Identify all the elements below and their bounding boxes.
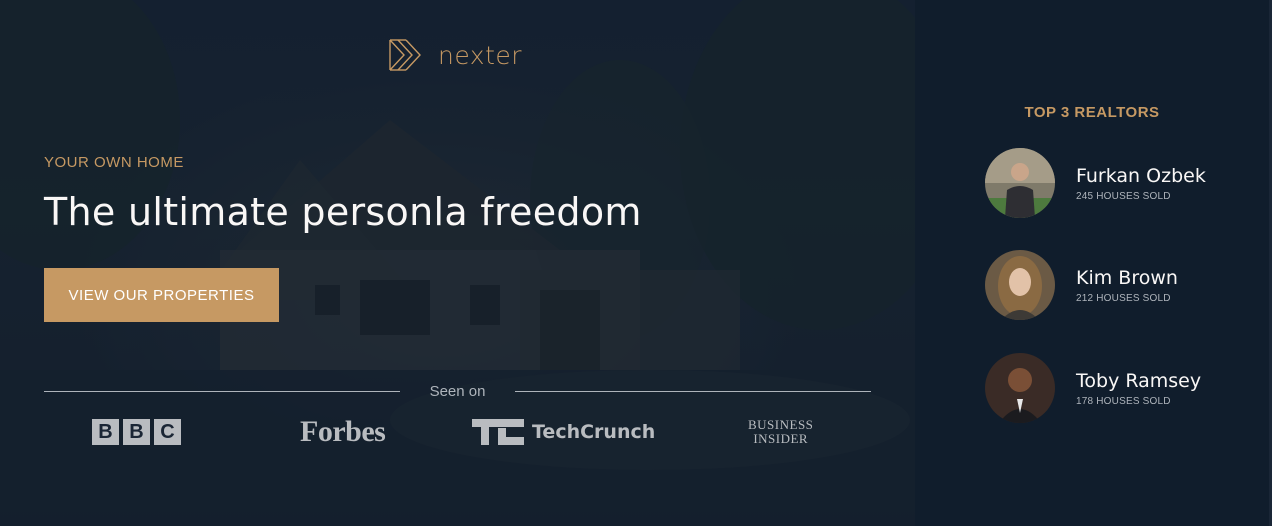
logo-text: nexter: [438, 40, 523, 70]
seen-on-label: Seen on: [429, 382, 486, 400]
divider-line-right: [515, 390, 872, 392]
hero-eyebrow: YOUR OWN HOME: [44, 154, 184, 171]
bbc-letter: C: [154, 419, 181, 445]
business-insider-line: BUSINESS: [748, 417, 814, 432]
techcrunch-icon: [472, 419, 524, 445]
realtor-houses-sold: 245 HOUSES SOLD: [1076, 190, 1171, 202]
realtor-card[interactable]: Kim Brown 212 HOUSES SOLD: [985, 250, 1178, 320]
bbc-letter: B: [92, 419, 119, 445]
realtor-houses-sold: 212 HOUSES SOLD: [1076, 292, 1171, 304]
seen-on-divider: Seen on: [44, 380, 872, 402]
realtors-sidebar: TOP 3 REALTORS Furkan Ozbek 245 HOUSES S…: [915, 0, 1272, 526]
realtor-name: Kim Brown: [1076, 266, 1178, 289]
realtor-name: Furkan Ozbek: [1076, 164, 1206, 187]
forbes-logo: Forbes: [300, 415, 386, 448]
hero-section: nexter YOUR OWN HOME The ultimate person…: [0, 0, 915, 526]
view-properties-button[interactable]: VIEW OUR PROPERTIES: [44, 268, 279, 322]
bbc-letter: B: [123, 419, 150, 445]
business-insider-line: INSIDER: [753, 431, 809, 446]
logo[interactable]: nexter: [388, 38, 522, 72]
logo-icon: [389, 39, 421, 71]
realtors-title: TOP 3 REALTORS: [1024, 104, 1160, 121]
realtor-houses-sold: 178 HOUSES SOLD: [1076, 395, 1171, 407]
avatar: [985, 353, 1055, 423]
bbc-logo: B B C: [92, 412, 181, 452]
techcrunch-logo: TechCrunch: [472, 412, 655, 452]
hero-headline: The ultimate personla freedom: [44, 190, 642, 234]
avatar: [985, 250, 1055, 320]
techcrunch-name: TechCrunch: [532, 421, 656, 443]
realtor-card[interactable]: Toby Ramsey 178 HOUSES SOLD: [985, 353, 1201, 423]
divider-line-left: [44, 390, 400, 392]
avatar: [985, 148, 1055, 218]
realtor-card[interactable]: Furkan Ozbek 245 HOUSES SOLD: [985, 148, 1206, 218]
realtor-name: Toby Ramsey: [1076, 369, 1202, 392]
business-insider-logo: BUSINESS INSIDER: [748, 412, 813, 452]
